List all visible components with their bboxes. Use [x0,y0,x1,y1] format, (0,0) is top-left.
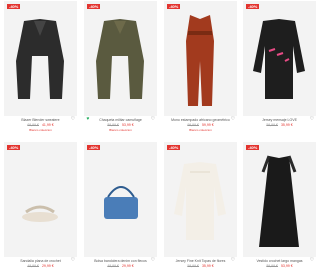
discount-badge: -40% [7,4,21,9]
discount-badge: -40% [167,145,181,150]
product-card[interactable]: -40% ♥ Chaqueta militar camuflage ♡ 89,9… [84,1,157,132]
product-card[interactable]: -40% Jersey Fine Knit Topas de flores ♡ … [164,142,237,269]
sale-price: 35,99 € [280,123,293,127]
heart-filled-icon[interactable]: ♥ [85,116,91,122]
heart-outline-icon[interactable]: ♡ [70,257,76,263]
product-image[interactable]: -40% [4,142,77,257]
old-price: 59,99 € [266,123,278,127]
product-extra: Blanco coleccion [109,128,132,132]
discount-badge: -40% [167,4,181,9]
product-card[interactable]: -40% Bolsa bandolera denim con flecos ♡ … [84,142,157,269]
product-image[interactable]: -40% [164,1,237,116]
product-extra: Blanco coleccion [29,128,52,132]
jacket-image [96,19,144,99]
product-image[interactable]: -40% [164,142,237,257]
heart-outline-icon[interactable]: ♡ [150,116,156,122]
sale-price: 59,99 € [201,123,214,127]
product-title[interactable]: Mono estampado africano geométrico [164,118,237,123]
product-prices: 49,99 € 29,99 € [84,264,157,269]
heart-outline-icon[interactable]: ♡ [309,116,315,122]
product-title[interactable]: Jersey mensaje LOVE [243,118,316,123]
product-prices: 59,99 € 35,99 € [164,264,237,269]
heart-outline-icon[interactable]: ♡ [70,116,76,122]
jumpsuit-image [186,15,214,106]
jacket-image [16,19,64,99]
old-price: 89,99 € [266,264,278,268]
old-price: 49,99 € [27,264,39,268]
product-prices: 59,99 € 35,99 € [243,123,316,128]
product-card[interactable]: -40% Jersey mensaje LOVE ♡ 59,99 € 35,99… [243,1,316,128]
old-price: 49,99 € [107,264,119,268]
sale-price: 41,99 € [41,123,54,127]
product-title[interactable]: Jersey Fine Knit Topas de flores [164,259,237,264]
bag-image [104,186,138,219]
product-prices: 49,99 € 29,99 € [4,264,77,269]
sale-price: 29,99 € [121,264,134,268]
discount-badge: -40% [87,145,101,150]
product-extra: Blanco coleccion [189,128,212,132]
product-title[interactable]: Vestido crochet largo mangas [243,259,316,264]
old-price: 59,99 € [187,264,199,268]
old-price: 89,99 € [107,123,119,127]
sale-price: 53,99 € [280,264,293,268]
sweater-image [174,162,226,240]
product-title[interactable]: Bolsa bandolera denim con flecos [84,259,157,264]
product-grid: -40% Blazer Blender sweatere ♡ 69,99 € 4… [0,0,320,275]
sandal-image [22,205,58,222]
sale-price: 35,99 € [201,264,214,268]
sweater-image [253,19,305,99]
sale-price: 53,99 € [121,123,134,127]
dress-image [259,155,299,247]
product-image[interactable]: -40% [243,142,316,257]
product-card[interactable]: -40% Blazer Blender sweatere ♡ 69,99 € 4… [4,1,77,132]
product-card[interactable]: -40% Mono estampado africano geométrico … [164,1,237,132]
discount-badge: -40% [87,4,101,9]
product-card[interactable]: -40% Sandalia plana de crochet ♡ 49,99 €… [4,142,77,269]
product-card[interactable]: -40% Vestido crochet largo mangas ♡ 89,9… [243,142,316,269]
heart-outline-icon[interactable]: ♡ [230,116,236,122]
product-prices: 89,99 € 53,99 € [243,264,316,269]
discount-badge: -40% [246,4,260,9]
old-price: 69,99 € [27,123,39,127]
product-image[interactable]: -40% [84,142,157,257]
heart-outline-icon[interactable]: ♡ [309,257,315,263]
product-title[interactable]: Chaqueta militar camuflage [84,118,157,123]
heart-outline-icon[interactable]: ♡ [230,257,236,263]
product-title[interactable]: Blazer Blender sweatere [4,118,77,123]
old-price: 99,99 € [187,123,199,127]
product-image[interactable]: -40% [84,1,157,116]
discount-badge: -40% [7,145,21,150]
heart-outline-icon[interactable]: ♡ [150,257,156,263]
product-image[interactable]: -40% [243,1,316,116]
product-title[interactable]: Sandalia plana de crochet [4,259,77,264]
product-image[interactable]: -40% [4,1,77,116]
discount-badge: -40% [246,145,260,150]
sale-price: 29,99 € [41,264,54,268]
